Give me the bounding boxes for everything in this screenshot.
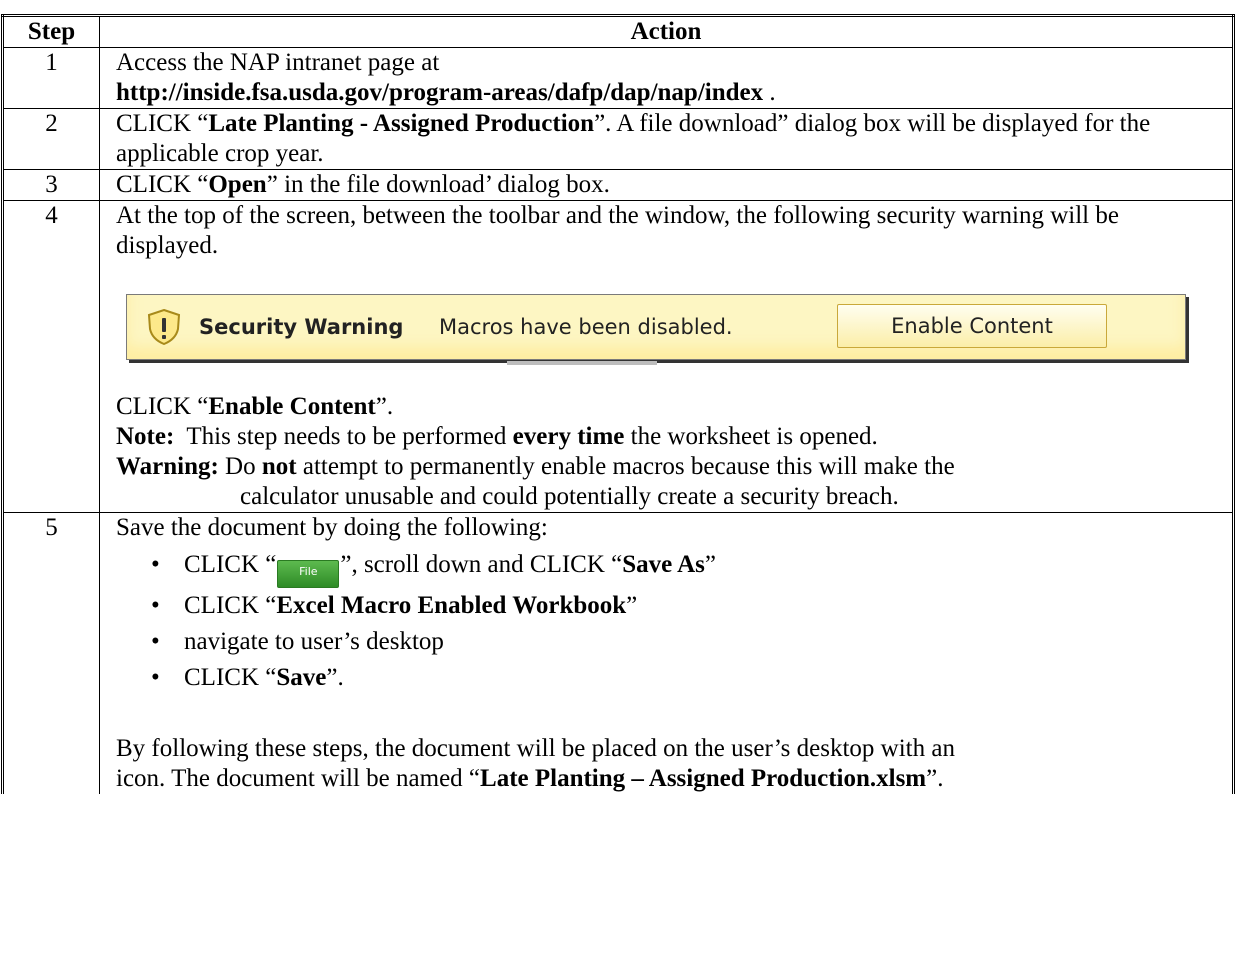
late-planting-link-label: Late Planting - Assigned Production [208,110,595,137]
table-row-step-2: 2 CLICK “Late Planting - Assigned Produc… [1,108,1235,170]
closing-line-1: By following these steps, the document w… [116,735,955,762]
enable-content-instruction: CLICK “Enable Content”. [116,392,1226,422]
list-item: CLICK “Save”. [151,660,1226,696]
step-number: 5 [1,512,100,794]
step-number: 1 [1,47,100,109]
security-warning-bar: Security Warning Macros have been disabl… [126,294,1186,365]
text: ” [626,592,638,619]
text: ” [704,551,717,578]
text: ”. [326,664,344,691]
file-name: Late Planting – Assigned Production.xlsm [480,765,927,792]
step-number: 2 [1,108,100,170]
header-row: Step Action [1,14,1235,48]
step-action: At the top of the screen, between the to… [99,200,1235,513]
text: ”. [375,393,394,420]
list-item: CLICK “File”, scroll down and CLICK “Sav… [151,547,1226,588]
step1-url-line: http://inside.fsa.usda.gov/program-areas… [116,78,1226,108]
text: CLICK “ [184,664,277,691]
table-row-step-5: 5 Save the document by doing the followi… [1,512,1235,794]
step-action: CLICK “Late Planting - Assigned Producti… [99,108,1235,170]
header-action: Action [99,14,1235,48]
warning-continued: calculator unusable and could potentiall… [240,483,899,510]
nap-intranet-url: http://inside.fsa.usda.gov/program-areas… [116,79,764,106]
text: attempt to permanently enable macros bec… [296,453,955,480]
warning-label: Warning: [116,453,219,480]
table-row-step-3: 3 CLICK “Open” in the file download’ dia… [1,169,1235,201]
save-steps-list: CLICK “File”, scroll down and CLICK “Sav… [116,547,1226,696]
save-as-label: Save As [622,551,705,578]
step1-line: Access the NAP intranet page at [116,49,440,76]
note: Note: This step needs to be performed ev… [116,422,1226,452]
text: the worksheet is opened. [624,423,878,450]
enable-content-button[interactable]: Enable Content [837,304,1107,348]
text: This step needs to be performed [174,423,513,450]
note-label: Note: [116,423,175,450]
step-action: CLICK “Open” in the file download’ dialo… [99,169,1235,201]
table-row-step-4: 4 At the top of the screen, between the … [1,200,1235,513]
macro-workbook-label: Excel Macro Enabled Workbook [276,592,627,619]
note-emphasis: every time [512,423,625,450]
step-number: 3 [1,169,100,201]
warning-emphasis: not [261,453,297,480]
text: CLICK “ [184,592,277,619]
table-row-step-1: 1 Access the NAP intranet page at http:/… [1,47,1235,109]
save-label: Save [276,664,327,691]
list-item: navigate to user’s desktop [151,624,1226,660]
text: CLICK “ [116,110,209,137]
text: ” in the file download’ dialog box. [266,171,610,198]
step1-trail: . [763,79,776,106]
text: CLICK “ [184,551,277,578]
text: CLICK “ [116,171,209,198]
file-tab-button[interactable]: File [277,560,340,588]
shield-warning-icon [147,309,181,345]
steps-table: Step Action 1 Access the NAP intranet pa… [1,14,1235,794]
step-number: 4 [1,200,100,513]
open-label: Open [208,171,267,198]
text: CLICK “ [116,393,209,420]
step5-intro: Save the document by doing the following… [116,514,548,541]
closing-line-2: icon. The document will be named “Late P… [116,764,1226,794]
text: Do [218,453,262,480]
toolbar-strip [507,361,657,365]
enable-content-label: Enable Content [208,393,376,420]
step-action: Access the NAP intranet page at http://i… [99,47,1235,109]
text: ”. [926,765,944,792]
text: ”, scroll down and CLICK “ [340,551,623,578]
warning: Warning: Do not attempt to permanently e… [116,452,1226,482]
list-item: CLICK “Excel Macro Enabled Workbook” [151,588,1226,624]
security-warning-title: Security Warning [199,315,404,339]
step-action: Save the document by doing the following… [99,512,1235,794]
step4-intro: At the top of the screen, between the to… [116,202,1119,259]
text: icon. The document will be named “ [116,765,481,792]
header-step: Step [1,14,100,48]
macros-disabled-message: Macros have been disabled. [439,315,733,339]
